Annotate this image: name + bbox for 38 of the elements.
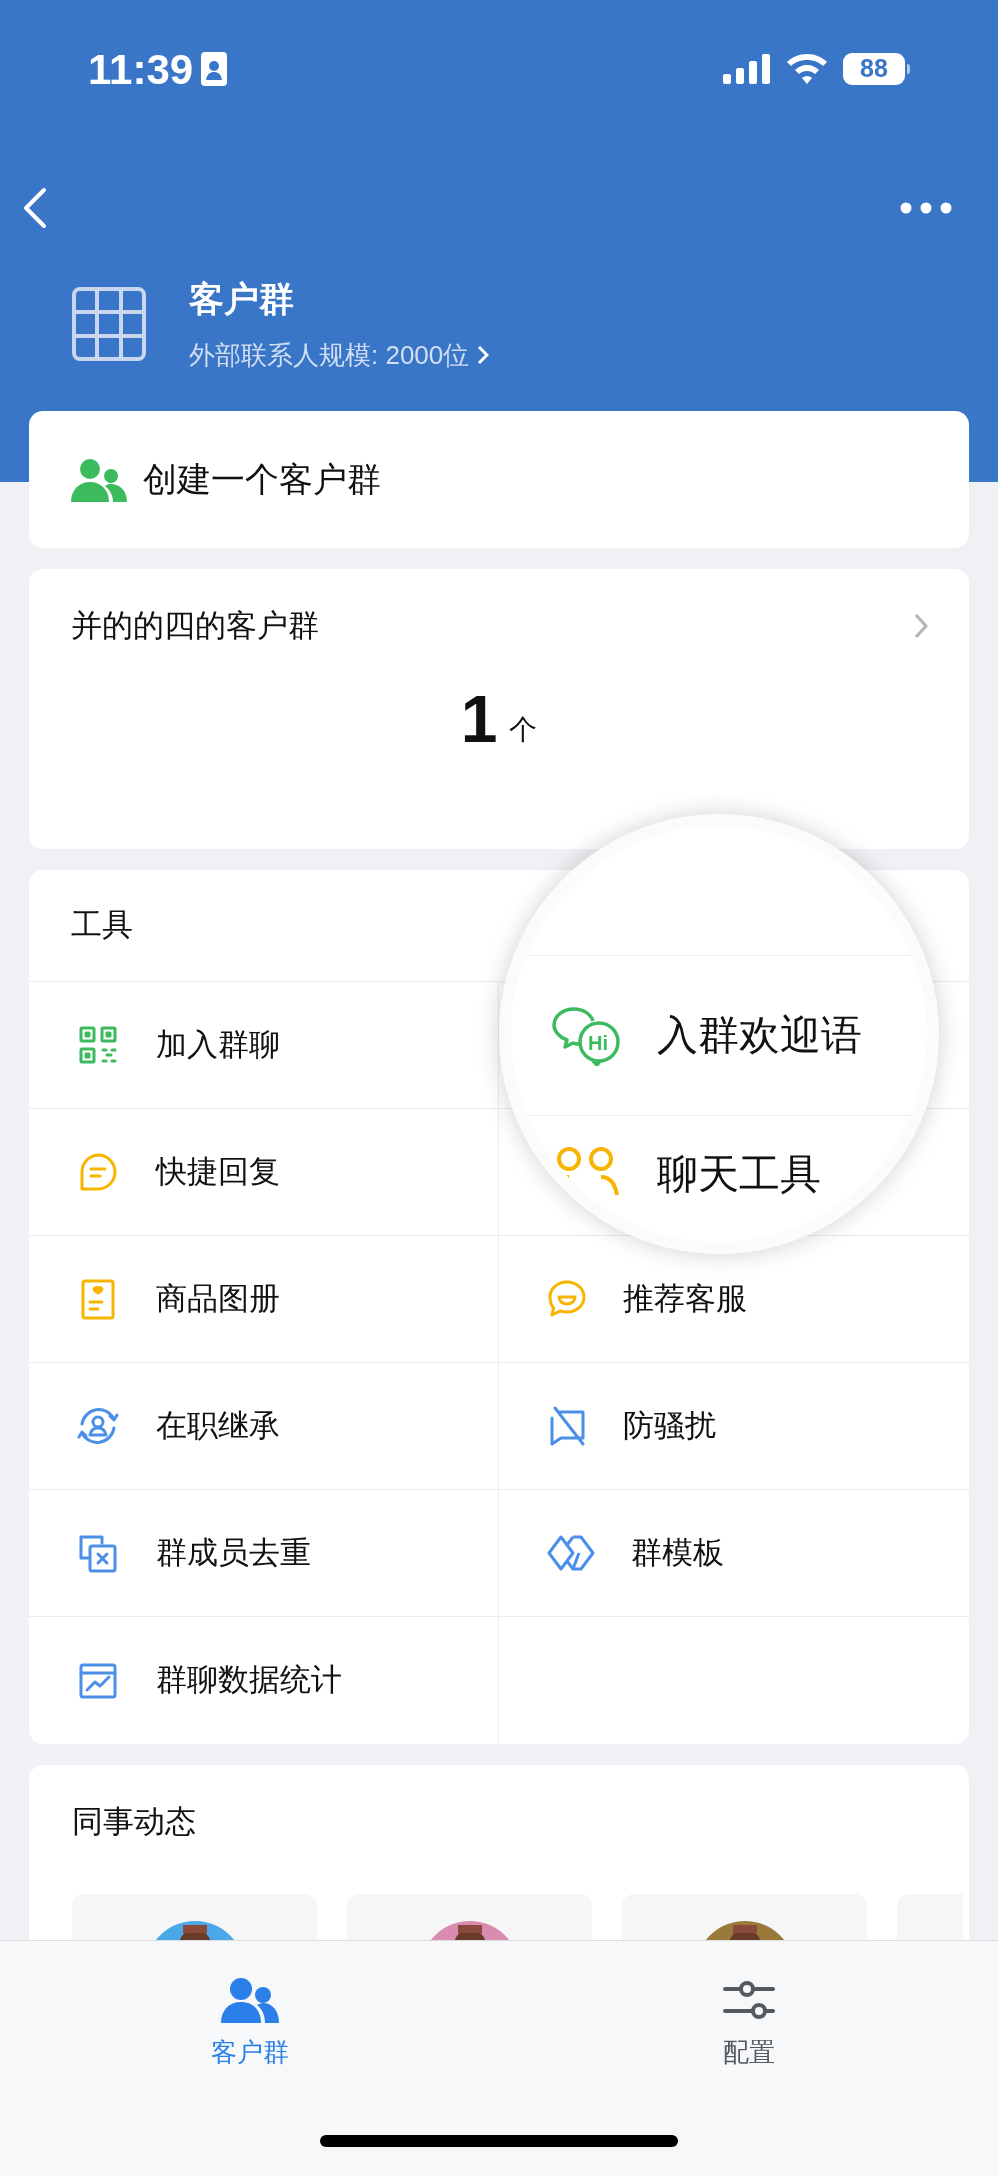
tool-label[interactable]: 加入群聊 xyxy=(156,1021,280,1069)
tool-label[interactable]: 推荐客服 xyxy=(623,1275,747,1323)
create-group-card[interactable]: 创建一个客户群 xyxy=(29,411,969,548)
tool-label[interactable]: 群成员去重 xyxy=(156,1529,311,1577)
chevron-right-icon xyxy=(477,345,490,365)
create-group-label: 创建一个客户群 xyxy=(143,459,381,500)
tab[interactable]: 配置 xyxy=(499,1941,998,2091)
magnified-label[interactable]: 聊天工具 xyxy=(657,1144,821,1206)
summary-card[interactable]: 并的的四的客户群 1 个 xyxy=(29,569,969,849)
status-time: 11:39 xyxy=(88,44,194,95)
tool-label[interactable]: 群聊数据统计 xyxy=(156,1657,342,1704)
tool-label[interactable]: 快捷回复 xyxy=(156,1148,280,1196)
group-count: 1 xyxy=(460,685,498,752)
page-title: 客户群 xyxy=(189,278,295,320)
battery-indicator: 88 xyxy=(843,53,905,85)
section-title: 工具 xyxy=(71,906,133,945)
count-unit: 个 xyxy=(509,715,538,744)
tab-label: 配置 xyxy=(722,2036,775,2069)
tab[interactable]: 客户群 xyxy=(0,1941,499,2091)
people-icon xyxy=(220,1977,279,2023)
tool-label[interactable]: 商品图册 xyxy=(156,1275,280,1323)
colleague-card[interactable] xyxy=(347,1893,592,1941)
id-card-icon xyxy=(201,52,228,86)
people-icon xyxy=(71,457,127,502)
colleague-card[interactable] xyxy=(622,1893,867,1941)
magnified-label[interactable]: 入群欢迎语 xyxy=(657,1004,862,1067)
more-icon[interactable] xyxy=(900,201,952,214)
tool-label[interactable]: 防骚扰 xyxy=(623,1402,716,1450)
tool-label[interactable]: 在职继承 xyxy=(156,1402,280,1450)
summary-title: 并的的四的客户群 xyxy=(71,607,319,645)
section-title: 同事动态 xyxy=(72,1803,197,1841)
chevron-right-icon xyxy=(913,612,929,641)
signal-icon xyxy=(723,54,771,84)
grid-icon xyxy=(71,285,147,362)
colleague-card[interactable] xyxy=(72,1893,317,1941)
wifi-icon xyxy=(787,54,827,84)
tool-label[interactable]: 群模板 xyxy=(631,1529,724,1577)
tab-label: 客户群 xyxy=(210,2036,289,2069)
